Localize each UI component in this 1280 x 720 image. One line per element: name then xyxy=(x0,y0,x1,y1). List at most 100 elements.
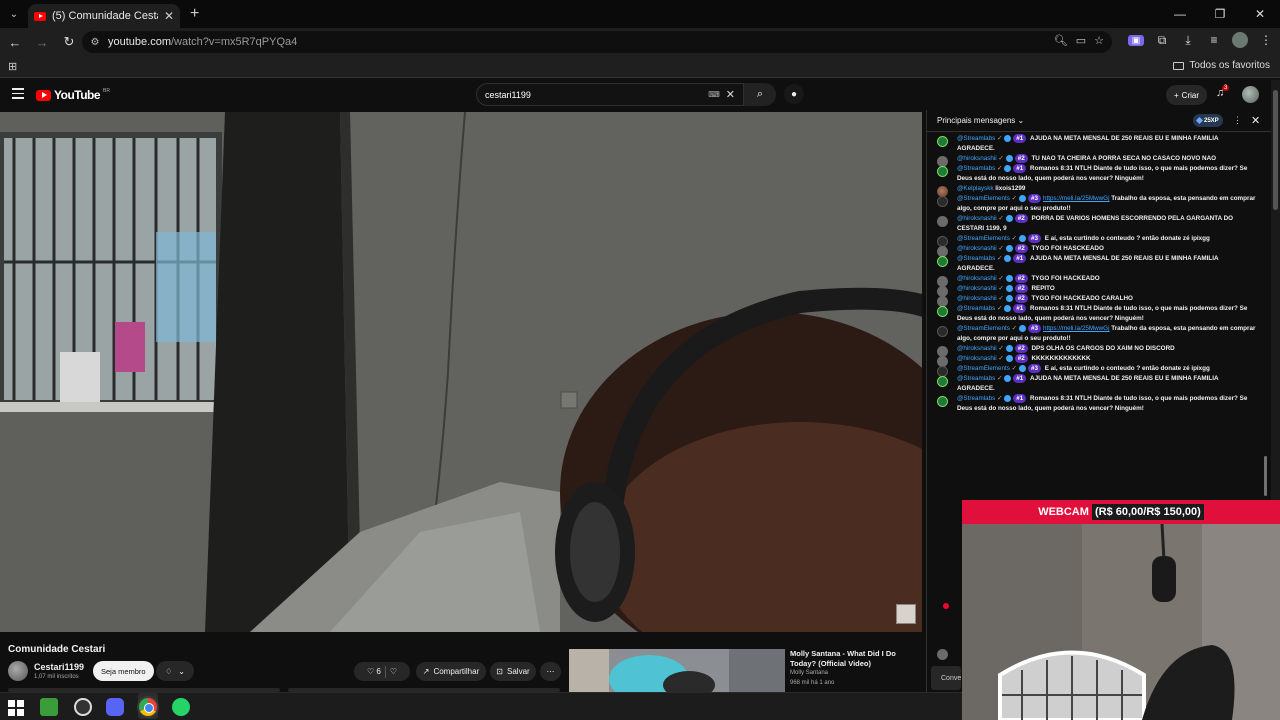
address-bar[interactable]: ⚙ youtube.com/watch?v=mx5R7qPYQa4 🔍︎ ▭ ☆ xyxy=(82,31,1112,53)
apps-grid-icon[interactable]: ⊞ xyxy=(8,60,17,73)
chat-author-name[interactable]: @hiroksnashii xyxy=(957,275,997,282)
chat-author-name[interactable]: @hiroksnashii xyxy=(957,295,997,302)
chat-scroll-thumb[interactable] xyxy=(1264,456,1267,496)
youtube-logo[interactable]: YouTube BR xyxy=(36,88,110,102)
save-label: Salvar xyxy=(507,667,530,676)
browser-tab-youtube[interactable]: (5) Comunidade Cestari - YouTu ✕ xyxy=(28,4,180,28)
recommended-title[interactable]: Molly Santana - What Did I Do Today? (Of… xyxy=(790,649,915,669)
chat-author-name[interactable]: @Streamlabs xyxy=(957,165,995,172)
file-manager-icon[interactable] xyxy=(40,698,58,716)
chat-author-name[interactable]: @Streamlabs xyxy=(957,255,995,262)
channel-name[interactable]: Cestari1199 xyxy=(34,662,84,672)
whatsapp-icon[interactable] xyxy=(172,698,190,716)
channel-avatar[interactable] xyxy=(8,661,28,681)
search-button[interactable]: ⌕ xyxy=(744,83,776,106)
reload-button[interactable]: ↻ xyxy=(57,30,81,54)
page-scroll-thumb[interactable] xyxy=(1273,90,1278,210)
obs-studio-icon[interactable] xyxy=(74,698,92,716)
join-button[interactable]: Seja membro xyxy=(93,661,154,681)
tab-search-icon[interactable]: ⌄ xyxy=(0,0,28,28)
minimize-button[interactable]: — xyxy=(1160,0,1200,28)
chat-author-name[interactable]: @hiroksnashii xyxy=(957,285,997,292)
back-button[interactable]: ← xyxy=(3,30,27,54)
chat-message-text: KKKKKKKKKKKKK xyxy=(1031,355,1091,362)
chat-avatar[interactable] xyxy=(937,326,948,337)
chat-author-name[interactable]: @hiroksnashii xyxy=(957,215,997,222)
rank-badge: #2 xyxy=(1014,344,1028,353)
chat-author-name[interactable]: @Streamlabs xyxy=(957,375,995,382)
chat-more-icon[interactable]: ⋮ xyxy=(1233,115,1242,126)
chat-author-name[interactable]: @StreamElements xyxy=(957,365,1010,372)
chat-mode-dropdown[interactable]: Principais mensagens ⌄ xyxy=(937,116,1024,125)
chat-close-icon[interactable]: ✕ xyxy=(1251,114,1260,127)
live-indicator-dot xyxy=(943,603,949,609)
chat-avatar[interactable] xyxy=(937,376,948,387)
chat-author-name[interactable]: @hiroksnashii xyxy=(957,345,997,352)
site-info-icon[interactable]: ⚙ xyxy=(88,35,102,49)
forward-button[interactable]: → xyxy=(30,30,54,54)
member-badge-icon xyxy=(1018,364,1026,372)
account-avatar[interactable] xyxy=(1242,86,1259,103)
chat-message: @Streamlabs ✓ #1 Romanos 8:31 NTLH Diante… xyxy=(927,164,1263,184)
extensions-puzzle-icon[interactable]: ⧉ xyxy=(1154,33,1170,48)
new-tab-button[interactable]: + xyxy=(190,5,199,23)
chat-author-name[interactable]: @StreamElements xyxy=(957,325,1010,332)
more-actions-button[interactable]: ⋯ xyxy=(540,662,561,681)
chrome-icon[interactable] xyxy=(139,698,157,716)
chat-avatar[interactable] xyxy=(937,166,948,177)
subscription-bell-button[interactable]: ♢ ⌄ xyxy=(156,661,194,681)
close-window-button[interactable]: ✕ xyxy=(1240,0,1280,28)
all-bookmarks-folder[interactable]: Todos os favoritos xyxy=(1173,60,1270,71)
chat-avatar[interactable] xyxy=(937,216,948,227)
browser-menu-icon[interactable]: ⋮ xyxy=(1258,33,1274,47)
media-queue-icon[interactable]: ≡ xyxy=(1206,33,1222,47)
discord-icon[interactable] xyxy=(106,698,124,716)
restore-button[interactable]: ❐ xyxy=(1200,0,1240,28)
create-button[interactable]: + Criar xyxy=(1166,85,1208,105)
chat-avatar[interactable] xyxy=(937,396,948,407)
chat-author-name[interactable]: @hiroksnashii xyxy=(957,355,997,362)
recommended-thumbnail[interactable] xyxy=(569,649,785,693)
chat-input[interactable]: Conve xyxy=(931,666,961,690)
cast-icon[interactable]: ▭ xyxy=(1076,34,1086,47)
dislike-button[interactable]: ♡ xyxy=(390,667,397,676)
keyboard-icon[interactable]: ⌨ xyxy=(708,90,720,99)
xp-badge[interactable]: 25XP xyxy=(1193,114,1223,127)
recommended-channel[interactable]: Molly Santana xyxy=(790,670,828,676)
chat-avatar[interactable] xyxy=(937,136,948,147)
bookmark-star-icon[interactable]: ☆ xyxy=(1094,34,1104,47)
clear-search-icon[interactable]: ✕ xyxy=(726,88,735,101)
voice-search-button[interactable]: ● xyxy=(784,84,804,104)
chat-avatar[interactable] xyxy=(937,196,948,207)
download-icon[interactable]: ⤓ xyxy=(1180,33,1196,48)
rank-badge: #2 xyxy=(1014,274,1028,283)
rank-badge: #1 xyxy=(1013,394,1027,403)
chat-author-name[interactable]: @Streamlabs xyxy=(957,305,995,312)
twitch-extension-icon[interactable]: ▣ xyxy=(1128,34,1144,46)
chat-author-name[interactable]: @Kelplayskk xyxy=(957,185,994,192)
video-player[interactable] xyxy=(0,112,922,632)
chat-header: Principais mensagens ⌄ 25XP ⋮ ✕ xyxy=(927,110,1271,132)
chat-author-name[interactable]: @Streamlabs xyxy=(957,135,995,142)
save-button[interactable]: ⊡ Salvar xyxy=(490,662,536,681)
chat-link[interactable]: https://meli.la/25MwwGj xyxy=(1043,195,1110,202)
tab-close-icon[interactable]: ✕ xyxy=(164,9,174,23)
chat-author-name[interactable]: @hiroksnashii xyxy=(957,155,997,162)
share-button[interactable]: ↗ Compartilhar xyxy=(416,662,486,681)
video-frame xyxy=(0,112,922,632)
chat-author-name[interactable]: @hiroksnashii xyxy=(957,245,997,252)
guide-menu-icon[interactable] xyxy=(12,88,24,102)
like-button[interactable]: ♡ 6 xyxy=(367,667,381,676)
member-badge-icon xyxy=(1004,304,1012,312)
zoom-icon[interactable]: 🔍︎ xyxy=(1054,34,1068,47)
windows-start-icon[interactable] xyxy=(8,700,24,716)
chat-author-name[interactable]: @StreamElements xyxy=(957,235,1010,242)
chat-avatar[interactable] xyxy=(937,256,948,267)
profile-avatar-icon[interactable] xyxy=(1232,32,1248,48)
chat-author-name[interactable]: @StreamElements xyxy=(957,195,1010,202)
search-input[interactable]: cestari1199 ⌨ ✕ xyxy=(476,83,744,106)
chat-author-name[interactable]: @Streamlabs xyxy=(957,395,995,402)
chat-link[interactable]: https://meli.la/25MwwGj xyxy=(1043,325,1110,332)
chat-avatar[interactable] xyxy=(937,306,948,317)
url-host: youtube.com xyxy=(108,36,171,48)
